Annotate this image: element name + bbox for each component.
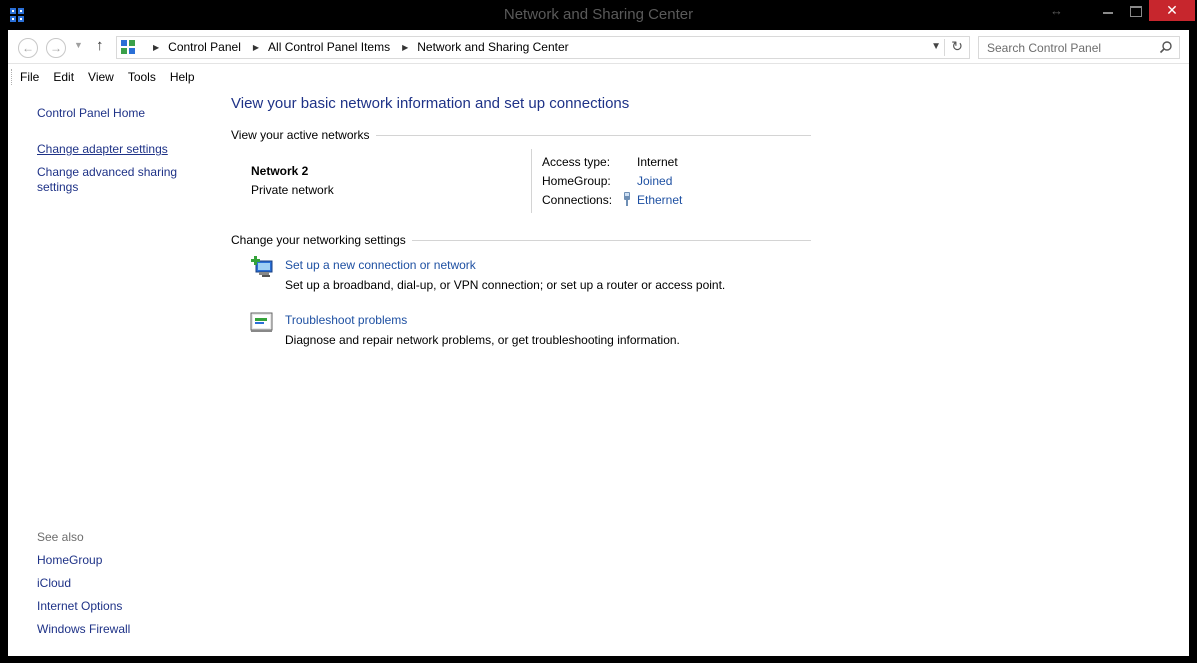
new-connection-icon <box>251 256 273 277</box>
see-also-homegroup-link[interactable]: HomeGroup <box>37 553 207 568</box>
control-panel-home-link[interactable]: Control Panel Home <box>37 106 207 121</box>
page-title: View your basic network information and … <box>231 95 630 112</box>
address-dropdown-icon[interactable]: ▼ <box>931 41 941 52</box>
left-pane: Control Panel Home Change adapter settin… <box>8 90 218 656</box>
breadcrumb-all-items[interactable]: All Control Panel Items <box>268 40 390 54</box>
troubleshoot-problems-link[interactable]: Troubleshoot problems <box>285 313 407 327</box>
see-also-internet-options-link[interactable]: Internet Options <box>37 599 207 614</box>
connections-label: Connections: <box>542 193 613 207</box>
see-also-windows-firewall-link[interactable]: Windows Firewall <box>37 622 207 637</box>
breadcrumb-separator-icon[interactable]: ▶ <box>253 43 259 52</box>
maximize-button[interactable] <box>1124 0 1148 22</box>
breadcrumb-control-panel[interactable]: Control Panel <box>168 40 241 54</box>
network-name: Network 2 <box>251 164 309 178</box>
network-divider <box>531 149 532 213</box>
breadcrumb-current[interactable]: Network and Sharing Center <box>417 40 568 54</box>
magnifier-icon[interactable] <box>1159 40 1173 54</box>
address-row: ← → ▼ ↑ ▶ Control Panel ▶ All Control Pa… <box>8 30 1189 64</box>
window-title: Network and Sharing Center <box>503 6 694 23</box>
search-input[interactable] <box>979 37 1159 58</box>
setup-connection-description: Set up a broadband, dial-up, or VPN conn… <box>285 278 726 292</box>
ethernet-connection-link[interactable]: Ethernet <box>637 193 682 207</box>
minimize-button[interactable] <box>1094 0 1124 22</box>
active-networks-label: View your active networks <box>231 128 370 142</box>
homegroup-label: HomeGroup: <box>542 174 611 188</box>
breadcrumb: ▶ Control Panel ▶ All Control Panel Item… <box>141 40 569 54</box>
menu-file[interactable]: File <box>13 70 46 84</box>
setup-connection-link[interactable]: Set up a new connection or network <box>285 258 476 272</box>
search-box[interactable] <box>978 36 1180 59</box>
menu-grip <box>11 69 13 85</box>
networking-settings-heading: Change your networking settings <box>231 233 811 247</box>
forward-button[interactable]: → <box>46 38 66 58</box>
access-type-label: Access type: <box>542 155 611 169</box>
address-bar[interactable]: ▶ Control Panel ▶ All Control Panel Item… <box>116 36 970 59</box>
active-networks-heading: View your active networks <box>231 128 811 142</box>
section-rule <box>411 239 811 241</box>
menu-bar: File Edit View Tools Help <box>8 64 1189 90</box>
see-also-label: See also <box>37 530 84 544</box>
homegroup-link[interactable]: Joined <box>637 174 672 188</box>
resize-icon[interactable]: ↔ <box>1050 3 1063 18</box>
window-body: ← → ▼ ↑ ▶ Control Panel ▶ All Control Pa… <box>8 30 1189 656</box>
ethernet-plug-icon <box>624 192 630 206</box>
recent-locations-icon[interactable]: ▼ <box>74 40 83 50</box>
networking-settings-label: Change your networking settings <box>231 233 406 247</box>
troubleshoot-description: Diagnose and repair network problems, or… <box>285 333 680 347</box>
breadcrumb-separator-icon[interactable]: ▶ <box>402 43 408 52</box>
change-advanced-sharing-link[interactable]: Change advanced sharing settings <box>37 165 207 195</box>
close-button[interactable]: ✕ <box>1149 0 1195 21</box>
section-rule <box>375 134 811 136</box>
refresh-icon[interactable]: ↻ <box>951 38 963 55</box>
access-type-value: Internet <box>637 155 678 169</box>
network-type: Private network <box>251 183 334 197</box>
menu-tools[interactable]: Tools <box>121 70 163 84</box>
menu-view[interactable]: View <box>81 70 121 84</box>
menu-edit[interactable]: Edit <box>46 70 81 84</box>
troubleshoot-icon <box>250 312 273 332</box>
control-panel-icon <box>121 40 135 54</box>
back-button[interactable]: ← <box>18 38 38 58</box>
see-also-icloud-link[interactable]: iCloud <box>37 576 207 591</box>
title-bar: Network and Sharing Center ↔ ✕ <box>0 0 1197 30</box>
menu-help[interactable]: Help <box>163 70 202 84</box>
change-adapter-settings-link[interactable]: Change adapter settings <box>37 142 207 157</box>
address-divider <box>944 39 945 56</box>
up-button[interactable]: ↑ <box>96 37 104 54</box>
breadcrumb-separator-icon[interactable]: ▶ <box>153 43 159 52</box>
